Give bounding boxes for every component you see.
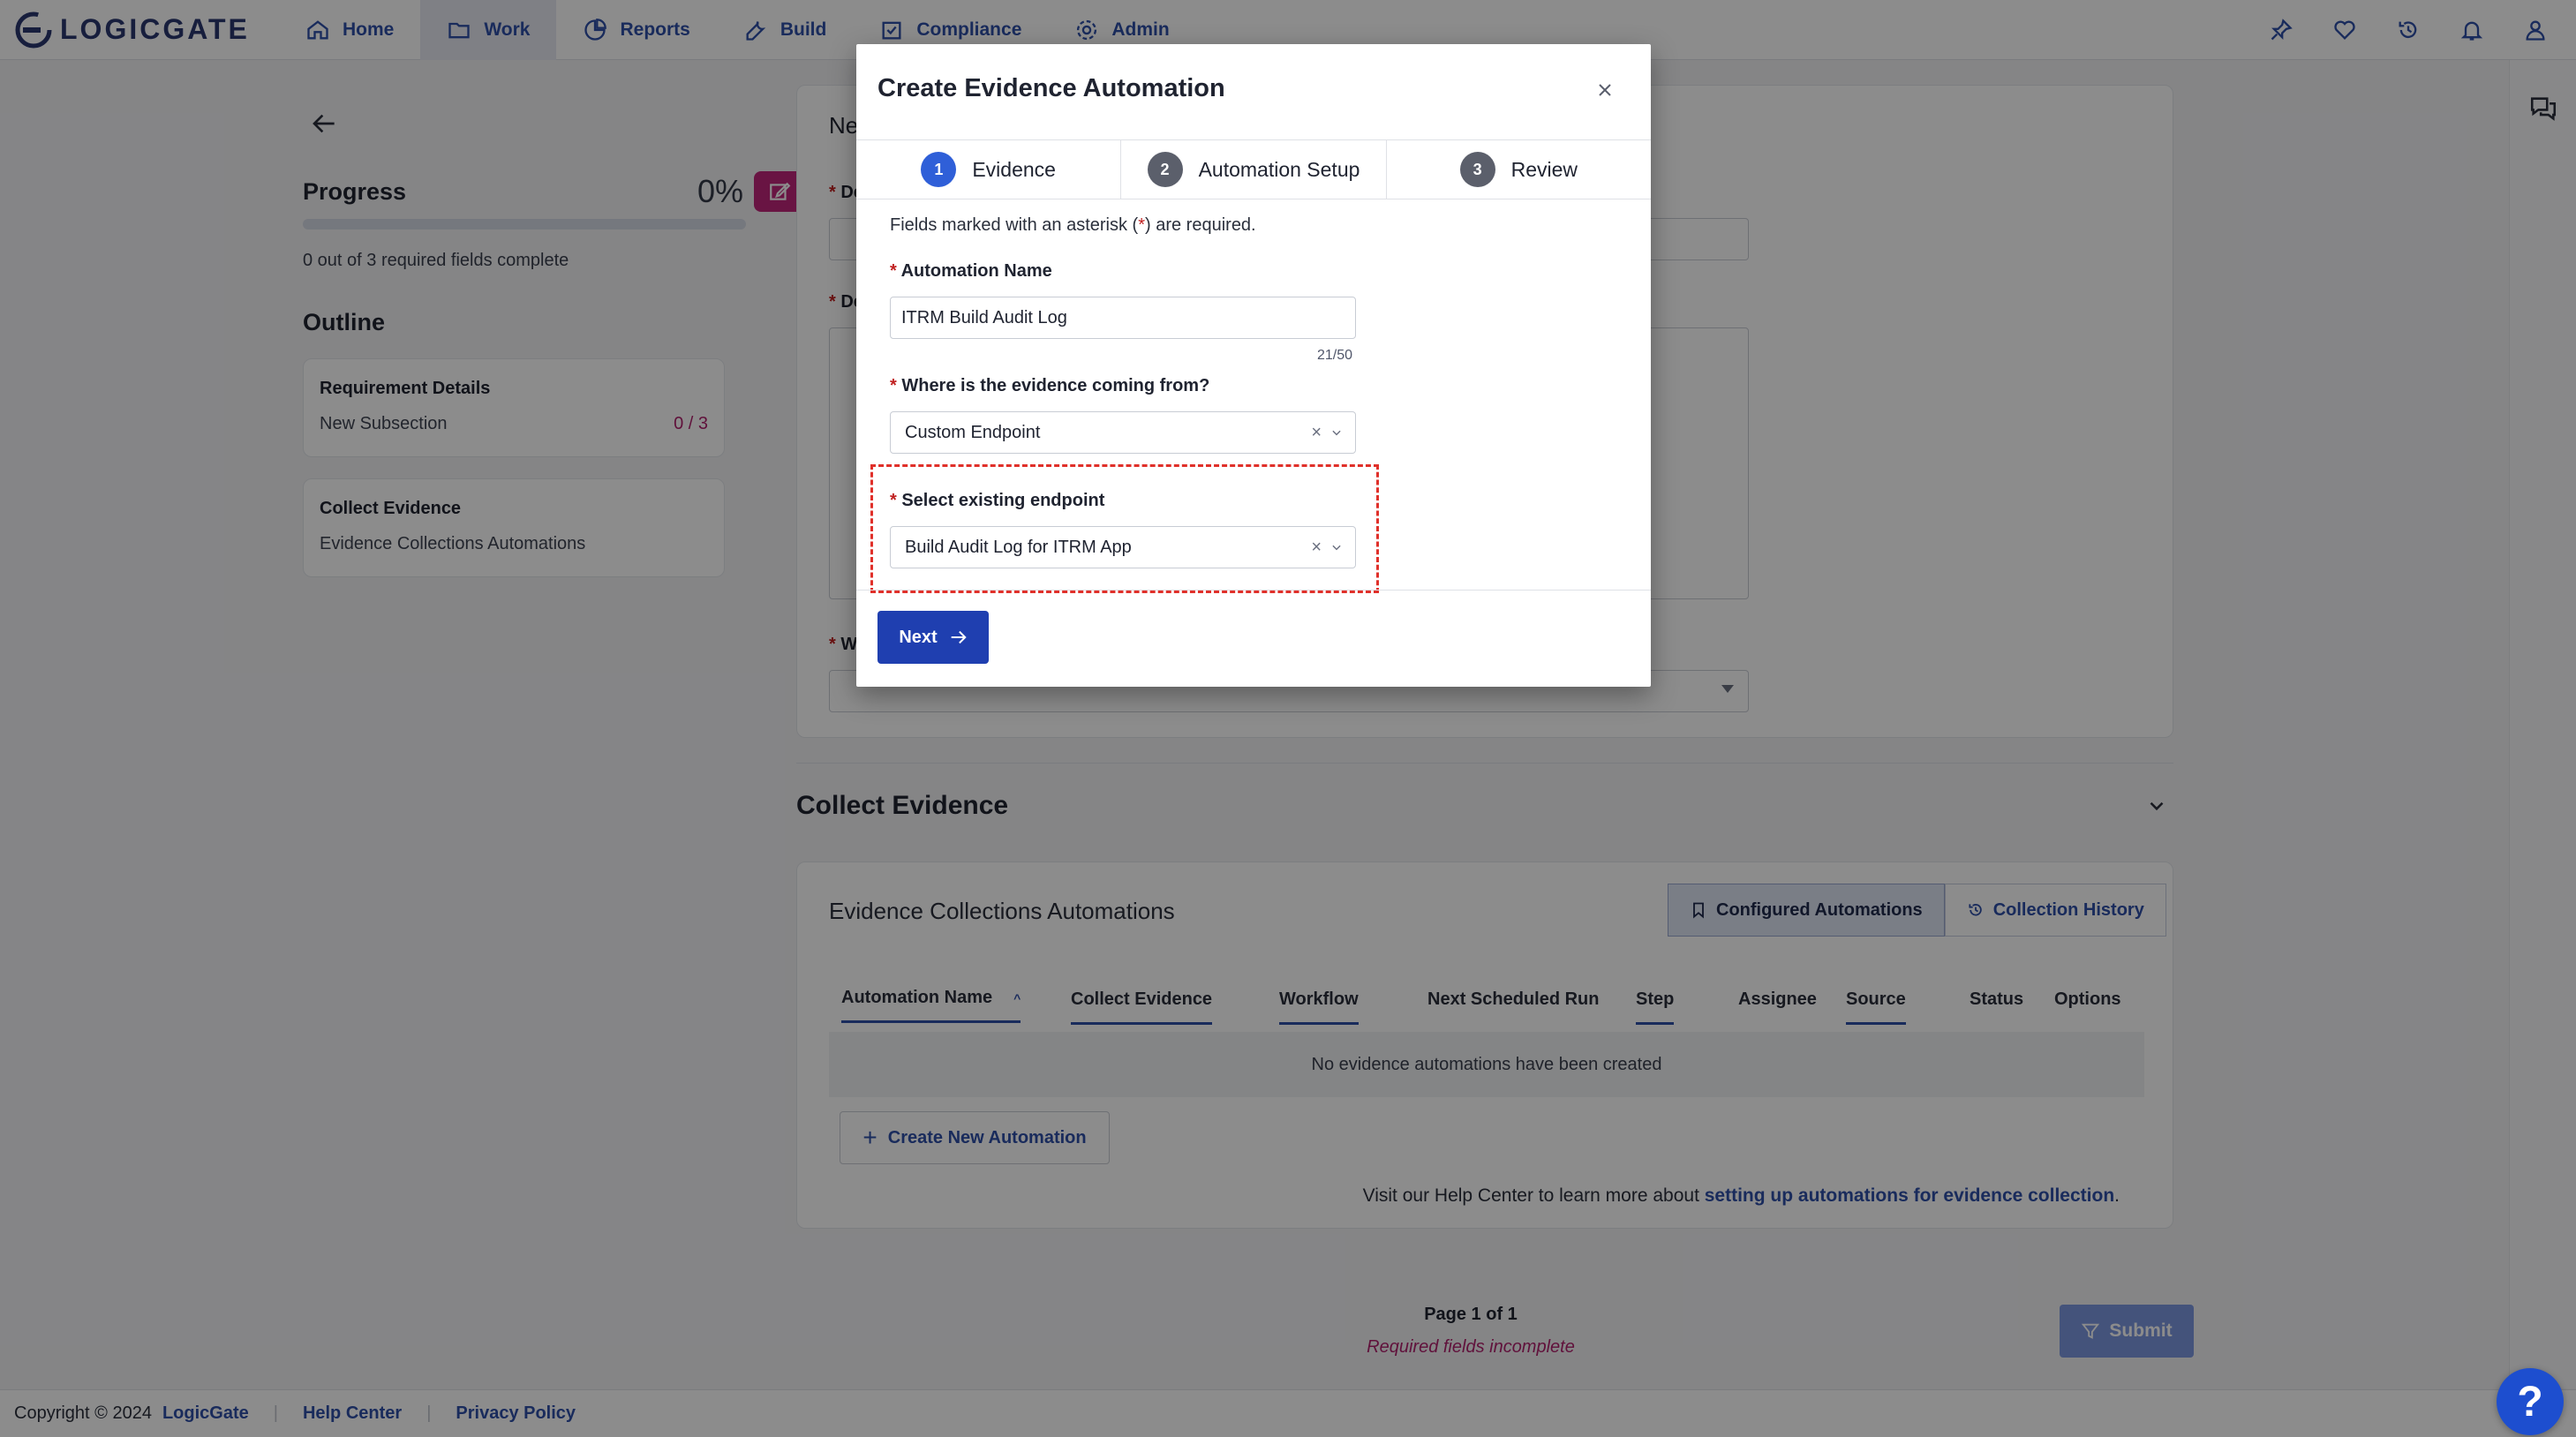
step-number: 1 — [921, 152, 957, 187]
required-fields-note: Fields marked with an asterisk (*) are r… — [890, 215, 1256, 235]
step-number: 3 — [1459, 152, 1495, 187]
close-icon[interactable] — [1594, 79, 1616, 101]
chevron-down-icon — [1332, 545, 1341, 551]
clear-icon[interactable]: × — [1311, 538, 1322, 558]
create-evidence-automation-modal: Create Evidence Automation 1 Evidence 2 … — [856, 44, 1651, 687]
endpoint-value: Build Audit Log for ITRM App — [905, 537, 1132, 557]
arrow-right-icon — [951, 630, 967, 644]
endpoint-select[interactable]: Build Audit Log for ITRM App × — [890, 526, 1356, 568]
evidence-source-label: * Where is the evidence coming from? — [890, 376, 1210, 395]
automation-name-input[interactable] — [890, 297, 1356, 339]
step-automation-setup[interactable]: 2 Automation Setup — [1121, 140, 1387, 199]
clear-icon[interactable]: × — [1311, 423, 1322, 443]
modal-footer-divider — [856, 590, 1651, 591]
evidence-source-value: Custom Endpoint — [905, 422, 1041, 442]
next-button[interactable]: Next — [877, 611, 989, 664]
help-button[interactable]: ? — [2497, 1368, 2564, 1435]
character-counter: 21/50 — [1317, 348, 1353, 363]
step-review[interactable]: 3 Review — [1387, 140, 1651, 199]
step-label: Automation Setup — [1198, 157, 1360, 181]
step-label: Evidence — [972, 157, 1056, 181]
chevron-down-icon — [1332, 430, 1341, 436]
step-evidence[interactable]: 1 Evidence — [856, 140, 1122, 199]
step-number: 2 — [1147, 152, 1183, 187]
modal-title: Create Evidence Automation — [877, 74, 1225, 102]
automation-name-label: * Automation Name — [890, 261, 1052, 281]
step-label: Review — [1510, 157, 1578, 181]
wizard-steps: 1 Evidence 2 Automation Setup 3 Review — [856, 139, 1651, 199]
endpoint-label: * Select existing endpoint — [890, 491, 1105, 510]
evidence-source-select[interactable]: Custom Endpoint × — [890, 411, 1356, 454]
